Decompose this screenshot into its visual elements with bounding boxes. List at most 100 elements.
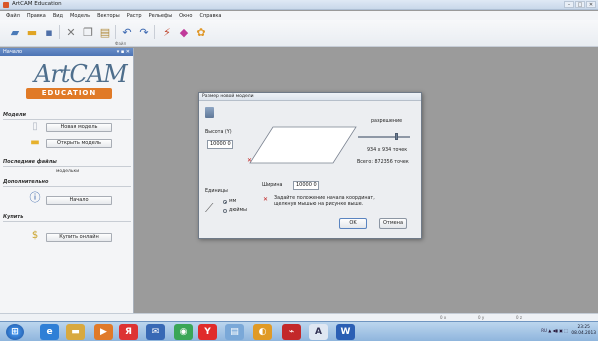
- ok-button[interactable]: OK: [339, 218, 367, 229]
- model-preview-parallelogram[interactable]: [249, 126, 357, 164]
- system-tray[interactable]: RU ▲ ◀▮ ▣ ⬚: [541, 328, 568, 333]
- height-input[interactable]: 10000 0: [207, 140, 233, 149]
- minimize-button[interactable]: –: [564, 1, 574, 8]
- explorer-folder-icon[interactable]: ▬: [66, 324, 85, 340]
- open-model-button[interactable]: Открыть модель: [46, 139, 112, 148]
- new-model-button[interactable]: Новая модель: [46, 123, 112, 132]
- width-label: Ширина: [262, 183, 283, 188]
- close-button[interactable]: ✕: [586, 1, 596, 8]
- divider: [3, 166, 131, 167]
- menu-model[interactable]: Модель: [70, 13, 90, 19]
- width-input[interactable]: 10000 0: [293, 181, 319, 190]
- taskbar-clock[interactable]: 23:25 08.04.2013: [571, 325, 596, 337]
- divider: [3, 221, 131, 222]
- yandex-icon[interactable]: Я: [119, 324, 138, 340]
- chrome-icon[interactable]: ◉: [174, 324, 193, 340]
- internet-explorer-icon[interactable]: e: [40, 324, 59, 340]
- section-extra-title: Дополнительно: [3, 179, 49, 185]
- menu-file[interactable]: Файл: [6, 13, 20, 19]
- status-z: 0 z: [516, 315, 522, 320]
- cancel-button[interactable]: Отмена: [379, 218, 407, 229]
- clock-date: 08.04.2013: [571, 331, 596, 336]
- artcam-taskbar-icon[interactable]: ◐: [253, 324, 272, 340]
- panel-title: Начало: [3, 49, 23, 55]
- total-points: Всего: 872356 точек: [357, 160, 409, 165]
- logo-education-banner: EDUCATION: [26, 88, 112, 99]
- info-icon[interactable]: ⓘ: [29, 192, 41, 204]
- open-folder-icon[interactable]: ▬: [25, 25, 39, 39]
- redo-icon[interactable]: ↷: [137, 25, 151, 39]
- menu-reliefs[interactable]: Рельефы: [149, 13, 173, 19]
- artcam-education-logo: ArtCAM EDUCATION: [22, 60, 128, 108]
- menu-window[interactable]: Окно: [179, 13, 192, 19]
- buy-online-button[interactable]: Купить онлайн: [46, 233, 112, 242]
- window-controls: – □ ✕: [564, 1, 596, 8]
- new-model-size-dialog: Размер новой модели Высота (Y) 10000 0 ✕…: [198, 92, 422, 239]
- pdf-reader-icon[interactable]: ⌁: [282, 324, 301, 340]
- measure-tool-icon: ⟋: [205, 201, 214, 215]
- undo-icon[interactable]: ↶: [120, 25, 134, 39]
- new-file-icon[interactable]: ▰: [8, 25, 22, 39]
- resolution-slider-thumb[interactable]: [395, 133, 398, 140]
- section-models-title: Модели: [3, 112, 27, 118]
- paste-icon[interactable]: ▤: [98, 25, 112, 39]
- menu-edit[interactable]: Правка: [27, 13, 46, 19]
- height-label: Высота (Y): [205, 130, 232, 135]
- start-button[interactable]: Начало: [46, 196, 112, 205]
- menu-raster[interactable]: Растр: [127, 13, 142, 19]
- menu-vectors[interactable]: Векторы: [97, 13, 120, 19]
- copy-icon[interactable]: ❐: [81, 25, 95, 39]
- notepad-icon[interactable]: ▤: [225, 324, 244, 340]
- units-mm-radio[interactable]: [223, 200, 227, 204]
- divider: [3, 186, 131, 187]
- origin-hint-icon: ✕: [263, 196, 269, 203]
- artcam-app-icon: [3, 2, 9, 8]
- status-bar: 0 x 0 y 0 z: [0, 313, 598, 321]
- media-player-icon[interactable]: ▶: [94, 324, 113, 340]
- resolution-slider[interactable]: [358, 133, 410, 140]
- yandex-browser-icon[interactable]: Y: [198, 324, 217, 340]
- units-inch-label: дюймы: [229, 208, 247, 213]
- toolbar-separator: [154, 25, 155, 39]
- status-x: 0 x: [440, 315, 447, 320]
- units-label: Единицы: [205, 189, 228, 194]
- magic-wand-icon[interactable]: ⚡: [160, 25, 174, 39]
- menu-bar: Файл Правка Вид Модель Векторы Растр Рел…: [0, 11, 598, 20]
- eraser-icon[interactable]: ◆: [177, 25, 191, 39]
- render-icon[interactable]: ✿: [194, 25, 208, 39]
- new-model-icon[interactable]: ▯: [29, 121, 41, 133]
- origin-hint-text: Задайте положение начала координат, щелк…: [274, 196, 375, 207]
- origin-marker-icon: ✕: [247, 157, 253, 164]
- maximize-button[interactable]: □: [575, 1, 585, 8]
- menu-view[interactable]: Вид: [53, 13, 63, 19]
- panel-controls[interactable]: ▾ ▪ ✕: [117, 48, 130, 56]
- model-icon: [205, 107, 214, 118]
- messenger-icon[interactable]: ✉: [146, 324, 165, 340]
- recent-file-item[interactable]: модельки: [56, 169, 79, 174]
- divider: [3, 119, 131, 120]
- word-icon[interactable]: W: [336, 324, 355, 340]
- status-y: 0 y: [478, 315, 485, 320]
- dialog-title: Размер новой модели: [199, 93, 421, 101]
- units-mm-label: мм: [229, 199, 237, 204]
- section-buy-title: Купить: [3, 214, 24, 220]
- units-inch-radio[interactable]: [223, 209, 227, 213]
- save-icon[interactable]: ▪: [42, 25, 56, 39]
- main-toolbar: ▰ ▬ ▪ ✕ ❐ ▤ ↶ ↷ ⚡ ◆ ✿ Файл: [0, 20, 598, 47]
- window-title: ArtCAM Education: [12, 1, 62, 7]
- section-recent-title: Последние файлы: [3, 159, 57, 165]
- start-panel: Начало ▾ ▪ ✕ ArtCAM EDUCATION Модели ▯ Н…: [0, 48, 134, 313]
- windows-taskbar: ⊞ e ▬ ▶ Я ✉ ◉ Y ▤ ◐ ⌁ A W RU ▲ ◀▮ ▣ ⬚ 23…: [0, 321, 598, 341]
- dollar-icon[interactable]: $: [29, 230, 41, 242]
- artcam-education-icon[interactable]: A: [309, 324, 328, 340]
- menu-help[interactable]: Справка: [199, 13, 221, 19]
- title-bar: ArtCAM Education – □ ✕: [0, 0, 598, 10]
- start-orb-icon[interactable]: ⊞: [6, 324, 24, 340]
- resolution-value: 934 x 934 точек: [367, 148, 408, 153]
- panel-header: Начало ▾ ▪ ✕: [0, 48, 133, 56]
- toolbar-separator: [59, 25, 60, 39]
- toolbar-separator: [115, 25, 116, 39]
- open-folder-icon[interactable]: ▬: [29, 137, 41, 149]
- cut-icon[interactable]: ✕: [64, 25, 78, 39]
- logo-artcam-text: ArtCAM: [34, 60, 128, 88]
